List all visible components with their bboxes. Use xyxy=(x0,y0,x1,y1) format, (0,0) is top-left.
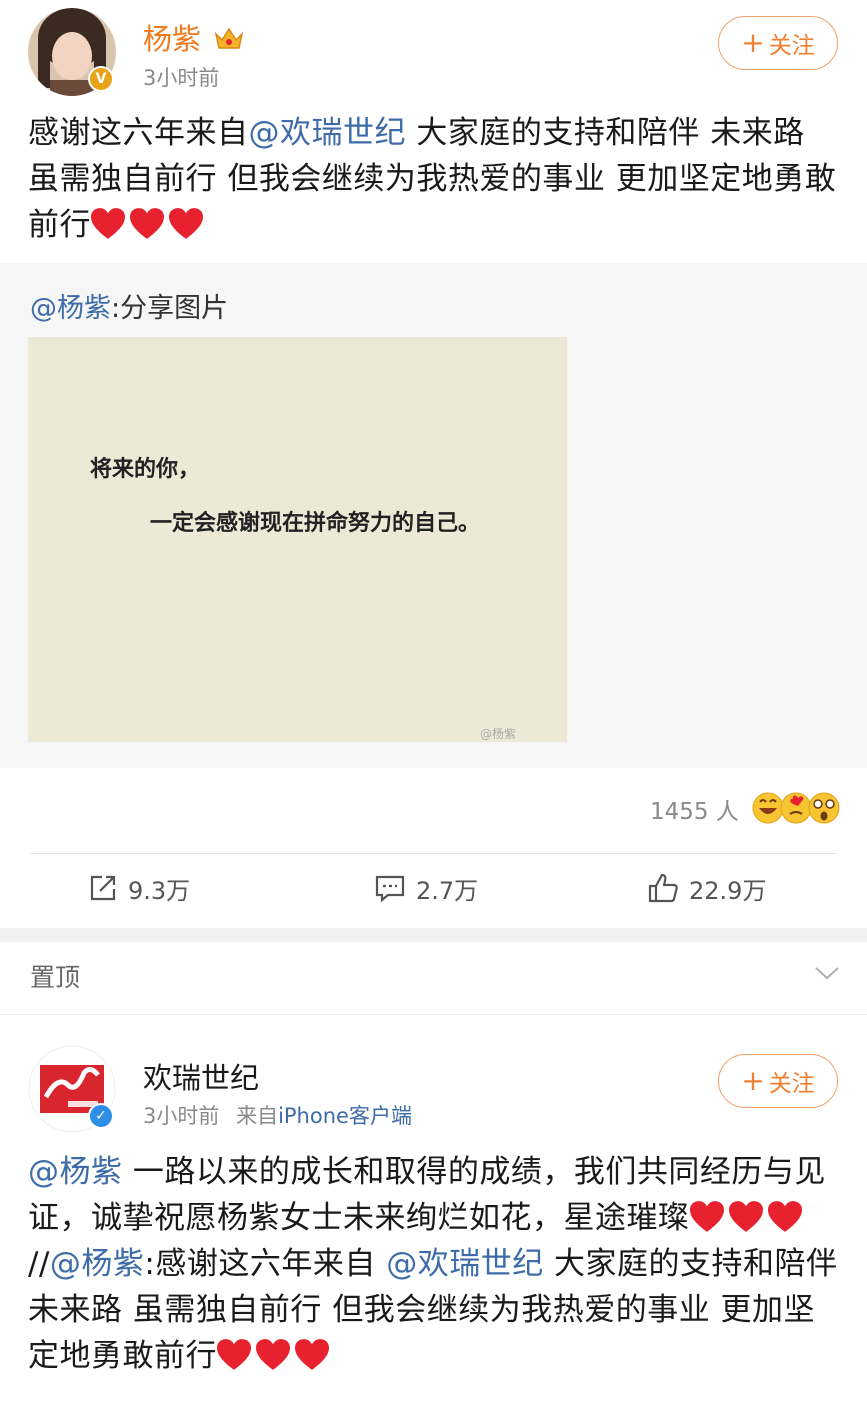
post-text-part: 感谢这六年来自 xyxy=(28,115,249,151)
repost-count: 9.3万 xyxy=(128,876,191,905)
follow-label: 关注 xyxy=(768,1071,815,1097)
post-text-part: :感谢这六年来自 xyxy=(144,1246,387,1282)
mention-link[interactable]: @欢瑞世纪 xyxy=(386,1246,544,1282)
repost-icon xyxy=(90,875,116,901)
repost-header: @杨紫:分享图片 xyxy=(30,286,228,325)
verified-badge-icon: V xyxy=(88,66,114,92)
section-gap xyxy=(0,928,867,942)
post-time: 3小时前 xyxy=(143,1104,220,1128)
repost-separator: // xyxy=(28,1246,50,1282)
post-text: 感谢这六年来自@欢瑞世纪 大家庭的支持和陪伴 未来路 虽需独自前行 但我会继续为… xyxy=(28,110,843,248)
heart-icon xyxy=(728,1201,763,1232)
follow-label: 关注 xyxy=(768,33,815,59)
heart-icon xyxy=(169,208,203,239)
repost-header-text: :分享图片 xyxy=(111,293,229,324)
pinned-bar[interactable] xyxy=(0,942,867,1015)
heart-icon xyxy=(91,208,125,239)
reaction-count[interactable]: 1455 人 xyxy=(650,792,739,826)
heart-icon xyxy=(767,1201,802,1232)
heart-icon xyxy=(295,1339,329,1370)
mention-link[interactable]: @欢瑞世纪 xyxy=(249,115,407,151)
repost-author-mention[interactable]: @杨紫 xyxy=(30,293,111,324)
like-button[interactable]: 22.9万 xyxy=(647,868,766,908)
divider xyxy=(30,853,837,854)
image-text-line: 将来的你， xyxy=(90,456,201,482)
heart-icon xyxy=(130,208,164,239)
author-name[interactable]: 欢瑞世纪 xyxy=(143,1055,259,1097)
plus-icon: + xyxy=(741,1064,765,1097)
heart-icon xyxy=(689,1201,724,1232)
comment-button[interactable]: 2.7万 xyxy=(374,868,478,908)
follow-button[interactable]: + 关注 xyxy=(718,1054,838,1108)
heart-icon xyxy=(217,1339,251,1370)
heart-icon xyxy=(256,1339,290,1370)
pinned-label: 置顶 xyxy=(30,963,81,992)
source-link[interactable]: iPhone客户端 xyxy=(278,1104,412,1128)
plus-icon: + xyxy=(741,26,765,59)
weibo-post-1: V 杨紫 3小时前 + 关注 感谢这六年来自@欢瑞世纪 大家庭的支持和陪伴 未来… xyxy=(0,0,867,928)
mention-link[interactable]: @杨紫 xyxy=(50,1246,145,1282)
thumbs-up-icon xyxy=(648,873,678,903)
mention-link[interactable]: @杨紫 xyxy=(28,1154,123,1190)
post-time: 3小时前 xyxy=(143,66,220,90)
shared-image[interactable]: 将来的你， 一定会感谢现在拼命努力的自己。 @杨紫 xyxy=(28,337,567,742)
comment-count: 2.7万 xyxy=(416,876,479,905)
verified-badge-icon: ✓ xyxy=(88,1103,114,1129)
chevron-down-icon[interactable] xyxy=(814,965,840,981)
crown-icon xyxy=(214,25,244,59)
reaction-emoji-icons[interactable] xyxy=(752,788,842,828)
source-prefix: 来自 xyxy=(236,1104,279,1128)
repost-button[interactable]: 9.3万 xyxy=(88,868,190,908)
comment-icon xyxy=(375,875,405,903)
author-name[interactable]: 杨紫 xyxy=(143,22,201,56)
image-text-line: 一定会感谢现在拼命努力的自己。 xyxy=(150,510,481,536)
like-count: 22.9万 xyxy=(689,876,767,905)
follow-button[interactable]: + 关注 xyxy=(718,16,838,70)
post-text: @杨紫 一路以来的成长和取得的成绩，我们共同经历与见证，诚挚祝愿杨紫女士未来绚烂… xyxy=(28,1149,843,1379)
image-watermark: @杨紫 xyxy=(480,727,517,741)
